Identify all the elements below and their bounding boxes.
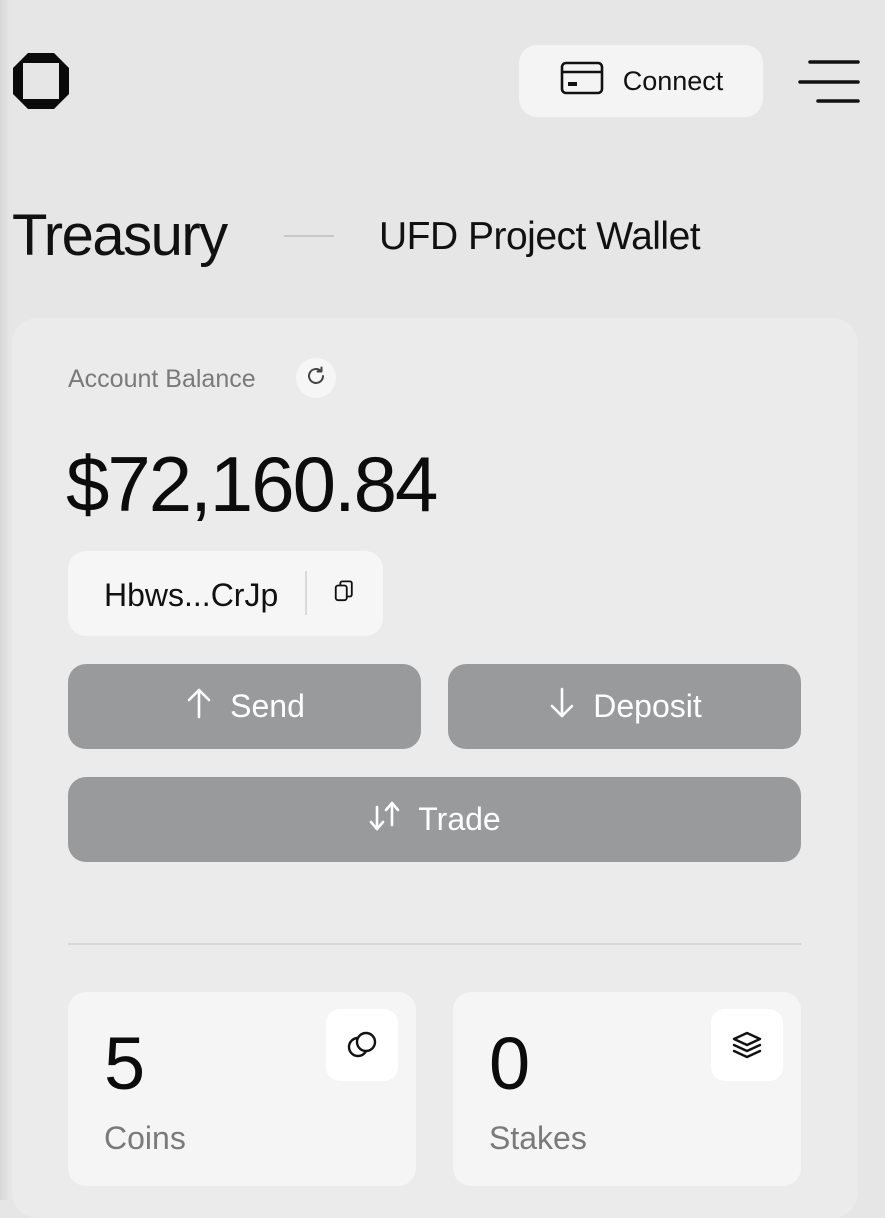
trade-label: Trade bbox=[418, 801, 501, 837]
arrow-up-icon bbox=[184, 686, 214, 728]
address-divider bbox=[305, 571, 307, 615]
stakes-count: 0 bbox=[489, 1022, 531, 1105]
card-icon bbox=[559, 60, 605, 103]
deposit-button[interactable]: Deposit bbox=[448, 664, 801, 749]
account-balance-label: Account Balance bbox=[68, 365, 256, 393]
refresh-icon bbox=[304, 364, 328, 393]
wallet-name: UFD Project Wallet bbox=[379, 215, 701, 258]
layers-icon bbox=[711, 1009, 783, 1081]
deposit-label: Deposit bbox=[593, 688, 702, 724]
arrow-down-icon bbox=[547, 686, 577, 728]
connect-button[interactable]: Connect bbox=[519, 45, 763, 117]
connect-label: Connect bbox=[622, 65, 724, 96]
send-label: Send bbox=[230, 688, 305, 724]
balance-amount: $72,160.84 bbox=[66, 440, 438, 528]
coins-label: Coins bbox=[104, 1120, 186, 1156]
stakes-stat-tile[interactable]: 0 Stakes bbox=[453, 992, 801, 1186]
title-separator bbox=[284, 235, 334, 237]
page-edge-shadow bbox=[0, 0, 10, 1200]
send-button[interactable]: Send bbox=[68, 664, 421, 749]
coins-count: 5 bbox=[104, 1022, 146, 1105]
hamburger-menu-icon[interactable] bbox=[798, 58, 860, 106]
section-divider bbox=[68, 943, 801, 945]
wallet-address-pill: Hbws...CrJp bbox=[68, 551, 383, 636]
octagon-logo-icon[interactable] bbox=[10, 50, 72, 112]
wallet-address: Hbws...CrJp bbox=[104, 577, 279, 613]
coins-stat-tile[interactable]: 5 Coins bbox=[68, 992, 416, 1186]
coins-icon bbox=[326, 1009, 398, 1081]
stakes-label: Stakes bbox=[489, 1120, 587, 1156]
refresh-button[interactable] bbox=[296, 358, 336, 398]
trade-button[interactable]: Trade bbox=[68, 777, 801, 862]
copy-icon bbox=[333, 579, 355, 608]
copy-address-button[interactable] bbox=[326, 575, 362, 611]
swap-arrows-icon bbox=[368, 799, 402, 841]
page-title: Treasury bbox=[12, 203, 228, 268]
